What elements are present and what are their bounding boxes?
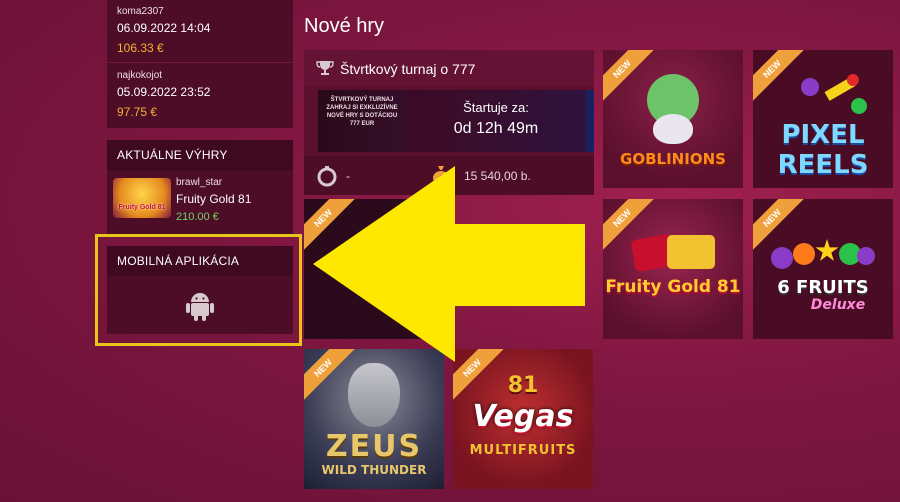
game-title: 6 FRUITS (777, 277, 869, 298)
win-date: 06.09.2022 14:04 (117, 21, 211, 35)
current-wins-panel: AKTUÁLNE VÝHRY Fruity Gold 81 brawl_star… (107, 140, 293, 234)
tournament-banner[interactable]: ŠTVRTKOVÝ TURNAJ ZAHRAJ SI EXKLUZÍVNE NO… (318, 90, 594, 152)
divider (107, 62, 293, 63)
zeus-face-art (348, 363, 400, 427)
current-win-entry[interactable]: Fruity Gold 81 brawl_star Fruity Gold 81… (113, 174, 289, 230)
mobile-app-title: MOBILNÁ APLIKÁCIA (107, 246, 293, 276)
recent-wins-panel: koma2307 06.09.2022 14:04 106.33 € najko… (107, 0, 293, 128)
win-amount: 97.75 € (117, 105, 158, 119)
win-date: 05.09.2022 23:52 (117, 85, 211, 99)
starts-label: Štartuje za: (463, 100, 529, 115)
gold-art (667, 235, 715, 269)
game-tile-6-fruits-deluxe[interactable]: NEW 6 FRUITS Deluxe (753, 199, 893, 339)
win-user: najkokojot (117, 70, 163, 81)
game-title-line-1: PIXEL (781, 120, 865, 150)
win-user: koma2307 (117, 6, 164, 17)
game-tile-pixel-reels[interactable]: NEW PIXEL REELS (753, 50, 893, 188)
game-tile-81-vegas[interactable]: NEW 81 Vegas MULTIFRUITS (453, 349, 593, 489)
game-tile-zeus-wild-thunder[interactable]: NEW ZEUS WILD THUNDER (304, 349, 444, 489)
game-title: Fruity Gold 81 (605, 277, 741, 297)
thumb-label: Fruity Gold 81 (118, 204, 166, 211)
game-title: GOBLINIONS (620, 150, 726, 168)
tournament-header: Štvrtkový turnaj o 777 (304, 50, 594, 86)
game-tile-goblinions[interactable]: NEW GOBLINIONS (603, 50, 743, 188)
game-subtitle: MULTIFRUITS (469, 443, 577, 458)
section-title: Nové hry (304, 15, 385, 37)
game-number: 81 (507, 373, 539, 398)
current-wins-title: AKTUÁLNE VÝHRY (107, 140, 293, 170)
game-tile-fruity-gold-81[interactable]: NEW Fruity Gold 81 (603, 199, 743, 339)
trophy-icon (316, 60, 334, 81)
game-subtitle: WILD THUNDER (321, 463, 427, 477)
game-title-line-2: REELS (777, 150, 869, 180)
annotation-arrow (313, 166, 585, 362)
win-amount: 106.33 € (117, 41, 164, 55)
game-title: Vegas (472, 399, 574, 434)
game-subtitle: Deluxe (810, 297, 866, 313)
android-icon[interactable] (185, 290, 215, 322)
current-win-game: Fruity Gold 81 (176, 192, 252, 206)
win-entry[interactable]: koma2307 06.09.2022 14:04 106.33 € (107, 6, 293, 55)
goblin-beard (653, 114, 693, 144)
current-win-amount: 210.00 € (176, 211, 219, 223)
countdown: 0d 12h 49m (453, 120, 539, 137)
banner-text: ŠTVRTKOVÝ TURNAJ ZAHRAJ SI EXKLUZÍVNE NO… (326, 97, 398, 127)
pixel-fruits-art (781, 70, 871, 120)
fruits-art (771, 239, 875, 273)
game-title: ZEUS (325, 429, 423, 464)
current-win-user: brawl_star (176, 177, 223, 188)
current-win-game-thumb[interactable]: Fruity Gold 81 (113, 178, 171, 218)
tournament-name: Štvrtkový turnaj o 777 (340, 61, 476, 77)
mobile-app-panel: MOBILNÁ APLIKÁCIA (107, 246, 293, 334)
win-entry[interactable]: najkokojot 05.09.2022 23:52 97.75 € (107, 70, 293, 119)
